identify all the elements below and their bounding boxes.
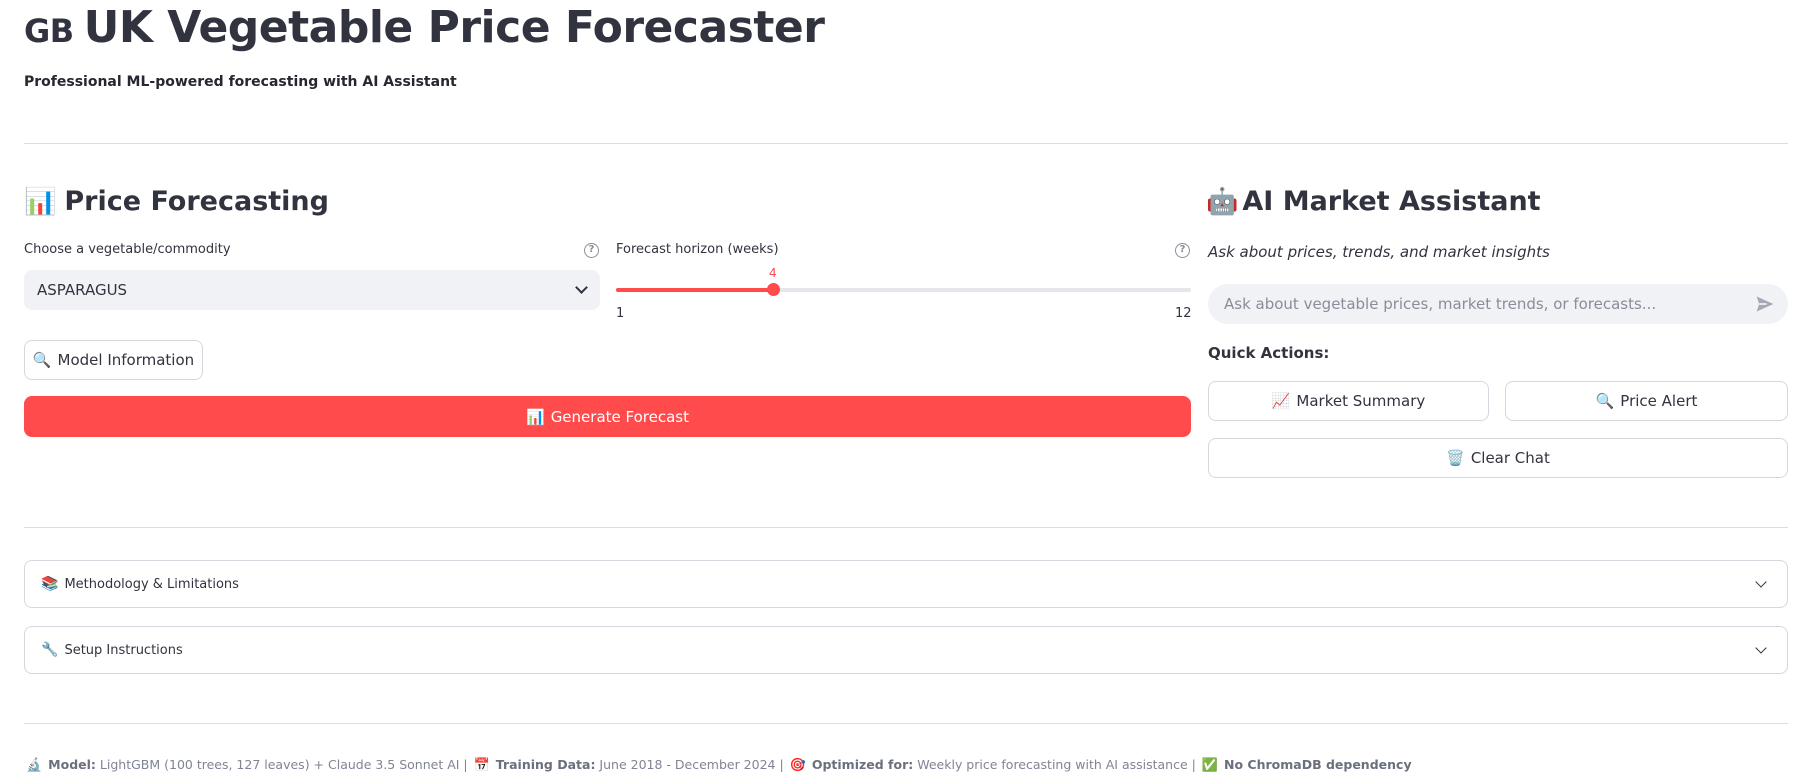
footer-model-key: Model: (48, 757, 96, 772)
bar-chart-icon: 📊 (24, 187, 57, 217)
chevron-down-icon (1755, 576, 1767, 588)
footer-divider (24, 723, 1788, 724)
slider-thumb[interactable] (766, 283, 780, 296)
slider-fill (616, 288, 773, 292)
wrench-icon: 🔧 (41, 642, 59, 658)
vegetable-select-label: Choose a vegetable/commodity (24, 242, 231, 257)
send-icon[interactable] (1755, 294, 1775, 314)
page-subtitle: Professional ML-powered forecasting with… (24, 74, 457, 90)
market-summary-label: Market Summary (1296, 392, 1426, 410)
page-title-text: UK Vegetable Price Forecaster (83, 2, 825, 53)
books-icon: 📚 (41, 576, 59, 592)
forecast-horizon-slider[interactable]: 4 (616, 266, 1191, 296)
expander-methodology-label: Methodology & Limitations (64, 576, 239, 592)
chart-increasing-icon: 📈 (1271, 392, 1291, 410)
generate-forecast-button[interactable]: 📊 Generate Forecast (24, 396, 1191, 437)
calendar-icon: 📅 (473, 758, 490, 773)
model-information-button[interactable]: 🔍 Model Information (24, 340, 203, 380)
chat-input[interactable] (1208, 284, 1788, 324)
footer-training-value: June 2018 - December 2024 | (599, 757, 784, 772)
check-mark-icon: ✅ (1201, 758, 1219, 773)
price-forecasting-heading: 📊 Price Forecasting (24, 186, 329, 217)
slider-min-label: 1 (616, 306, 625, 321)
microscope-icon: 🔬 (26, 758, 43, 773)
expander-setup-label: Setup Instructions (64, 642, 183, 658)
magnifier-icon: 🔍 (1595, 392, 1615, 410)
model-information-label: Model Information (57, 351, 195, 369)
price-alert-label: Price Alert (1620, 392, 1698, 410)
target-icon: 🎯 (789, 758, 806, 773)
assistant-caption: Ask about prices, trends, and market ins… (1208, 243, 1550, 261)
help-icon[interactable]: ? (584, 243, 599, 258)
chevron-down-icon (1755, 642, 1767, 654)
app-page: GB UK Vegetable Price Forecaster Professi… (0, 0, 1808, 778)
price-alert-button[interactable]: 🔍 Price Alert (1505, 381, 1788, 421)
trash-icon: 🗑️ (1446, 449, 1465, 467)
clear-chat-button[interactable]: 🗑️ Clear Chat (1208, 438, 1788, 478)
quick-actions-label: Quick Actions: (1208, 344, 1330, 362)
expander-methodology[interactable]: 📚 Methodology & Limitations (24, 560, 1788, 608)
clear-chat-label: Clear Chat (1470, 449, 1550, 467)
slider-value: 4 (768, 266, 777, 280)
ai-assistant-heading-text: AI Market Assistant (1242, 186, 1541, 217)
page-title: GB UK Vegetable Price Forecaster (24, 2, 825, 53)
price-forecasting-heading-text: Price Forecasting (64, 186, 329, 217)
footer-model-value: LightGBM (100 trees, 127 leaves) + Claud… (99, 757, 468, 772)
vegetable-select[interactable]: ASPARAGUS (24, 270, 600, 310)
slider-max-label: 12 (1175, 306, 1192, 321)
bar-chart-icon: 📊 (526, 407, 545, 426)
gb-flag-icon: GB (24, 12, 74, 50)
forecast-horizon-label: Forecast horizon (weeks) (616, 242, 779, 257)
magnifier-icon: 🔍 (32, 351, 52, 369)
expander-setup[interactable]: 🔧 Setup Instructions (24, 626, 1788, 674)
footer-chroma-text: No ChromaDB dependency (1224, 757, 1412, 772)
robot-icon: 🤖 (1206, 187, 1239, 217)
section-divider (24, 527, 1788, 528)
vegetable-select-value: ASPARAGUS (37, 281, 128, 299)
header-divider (24, 143, 1788, 144)
footer-optimized-key: Optimized for: (811, 757, 914, 772)
footer-info: 🔬 Model: LightGBM (100 trees, 127 leaves… (24, 757, 1412, 773)
market-summary-button[interactable]: 📈 Market Summary (1208, 381, 1489, 421)
footer-optimized-value: Weekly price forecasting with AI assista… (917, 757, 1196, 772)
footer-training-key: Training Data: (495, 757, 596, 772)
help-icon[interactable]: ? (1175, 243, 1190, 258)
generate-forecast-label: Generate Forecast (550, 407, 689, 426)
ai-assistant-heading: 🤖 AI Market Assistant (1206, 186, 1541, 217)
chevron-down-icon (575, 281, 588, 294)
